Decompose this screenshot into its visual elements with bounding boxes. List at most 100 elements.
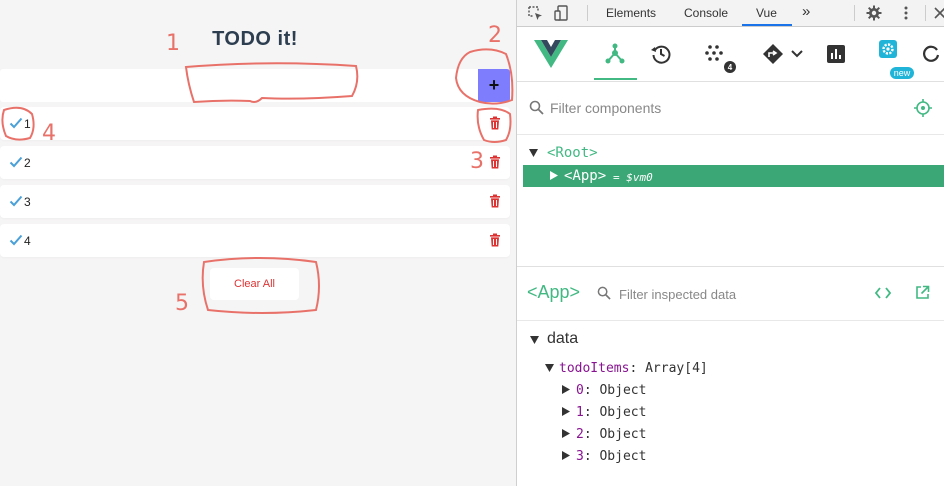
inspect-element-icon[interactable] <box>526 4 544 22</box>
todo-list: 1 2 3 4 <box>0 107 510 263</box>
vue-logo <box>529 27 573 81</box>
kebab-menu-icon[interactable] <box>897 4 915 22</box>
open-in-editor-icon[interactable] <box>915 285 930 300</box>
todo-input-bar: + <box>0 69 510 102</box>
array-item-value: Object <box>599 427 647 442</box>
todo-text: 2 <box>24 156 31 170</box>
root-component-name: <Root> <box>547 145 598 161</box>
trash-icon[interactable] <box>489 194 501 208</box>
component-filter-bar <box>517 82 944 135</box>
prop-key: todoItems <box>559 361 630 376</box>
array-item-row[interactable]: 3: Object <box>576 449 646 464</box>
filter-components-input[interactable] <box>550 98 870 118</box>
devtools-panel: Elements Console Vue » 4 new Filter comp… <box>516 0 944 486</box>
tab-elements[interactable]: Elements <box>606 6 656 20</box>
check-icon[interactable] <box>9 233 23 247</box>
app-component-ref: = $vm0 <box>613 171 653 184</box>
caret-down-icon[interactable] <box>530 336 539 344</box>
tab-separator <box>854 5 855 21</box>
clear-all-button[interactable]: Clear All <box>210 268 299 300</box>
todo-item: 4 <box>0 224 510 257</box>
trash-icon[interactable] <box>489 233 501 247</box>
device-toolbar-icon[interactable] <box>554 4 572 22</box>
performance-button[interactable] <box>814 27 858 81</box>
app-title: TODO it! <box>212 28 298 50</box>
new-badge: new <box>890 67 914 79</box>
code-icon[interactable] <box>875 286 891 300</box>
vue-logo-icon <box>534 40 568 68</box>
timeline-button[interactable] <box>639 27 683 81</box>
check-icon[interactable] <box>9 194 23 208</box>
todo-app: TODO it! + 1 2 3 4 Clear All 1 2 3 4 5 <box>0 0 516 486</box>
router-dropdown-button[interactable] <box>753 27 813 81</box>
array-item-value: Object <box>599 449 647 464</box>
caret-right-icon[interactable] <box>562 385 570 394</box>
check-icon[interactable] <box>9 155 23 169</box>
data-section-label: data <box>547 330 579 347</box>
active-tab-indicator <box>742 24 792 26</box>
tab-separator <box>587 5 588 21</box>
array-index: 0 <box>576 383 584 398</box>
components-tab-button[interactable] <box>593 27 637 81</box>
crosshair-select-icon[interactable] <box>914 99 932 117</box>
array-item-row[interactable]: 0: Object <box>576 383 646 398</box>
todo-item: 2 <box>0 146 510 179</box>
components-tree-icon <box>605 43 625 64</box>
todo-text: 4 <box>24 234 31 248</box>
add-todo-button[interactable]: + <box>478 69 510 102</box>
gear-icon[interactable] <box>865 4 883 22</box>
history-icon <box>651 45 671 64</box>
caret-right-icon[interactable] <box>550 171 558 180</box>
check-icon[interactable] <box>9 116 23 130</box>
bar-chart-icon <box>827 45 845 63</box>
refresh-button[interactable] <box>921 27 944 81</box>
more-tabs-chevron-icon[interactable]: » <box>802 3 810 20</box>
array-item-row[interactable]: 2: Object <box>576 427 646 442</box>
refresh-icon <box>923 45 940 62</box>
annotation-number: 5 <box>175 291 189 316</box>
settings-gear-icon <box>879 40 897 58</box>
inspector-header: <App> <box>517 267 944 321</box>
caret-down-icon[interactable] <box>545 364 554 372</box>
array-index: 1 <box>576 405 584 420</box>
inspected-component-name: <App> <box>527 282 581 302</box>
array-item-value: Object <box>599 383 647 398</box>
array-index: 2 <box>576 427 584 442</box>
todo-text: 3 <box>24 195 31 209</box>
prop-row[interactable]: todoItems: Array[4] <box>559 361 708 376</box>
component-tree: <Root> <App> = $vm0 <box>517 136 944 266</box>
array-item-value: Object <box>599 405 647 420</box>
caret-right-icon[interactable] <box>562 407 570 416</box>
prop-value: Array[4] <box>645 361 708 376</box>
tree-node-root[interactable]: <Root> <box>523 142 944 164</box>
todo-text: 1 <box>24 117 31 131</box>
tab-console[interactable]: Console <box>684 6 728 20</box>
devtools-tabbar: Elements Console Vue » <box>517 0 944 27</box>
search-icon <box>529 100 544 115</box>
events-dots-icon <box>705 45 723 61</box>
inspected-data: data todoItems: Array[4] 0: Object 1: Ob… <box>517 322 944 486</box>
trash-icon[interactable] <box>489 116 501 130</box>
chevron-down-icon <box>791 50 803 58</box>
caret-right-icon[interactable] <box>562 429 570 438</box>
vue-devtools-toolbar: 4 new <box>517 27 944 82</box>
search-icon <box>597 286 611 300</box>
array-item-row[interactable]: 1: Object <box>576 405 646 420</box>
todo-item: 1 <box>0 107 510 140</box>
todo-input[interactable] <box>0 69 470 102</box>
plus-icon: + <box>488 75 500 95</box>
active-toolbar-indicator <box>594 78 637 80</box>
filter-inspected-data-input[interactable] <box>619 285 819 303</box>
clear-all-label: Clear All <box>234 278 275 290</box>
tree-node-app[interactable]: <App> = $vm0 <box>523 165 944 187</box>
caret-right-icon[interactable] <box>562 451 570 460</box>
trash-icon[interactable] <box>489 155 501 169</box>
events-count-badge: 4 <box>724 61 736 73</box>
todo-item: 3 <box>0 185 510 218</box>
close-icon[interactable] <box>931 4 944 22</box>
router-diamond-icon <box>763 44 783 64</box>
array-index: 3 <box>576 449 584 464</box>
tab-vue[interactable]: Vue <box>756 6 777 20</box>
app-component-name: <App> <box>564 168 607 184</box>
caret-down-icon[interactable] <box>529 149 538 157</box>
